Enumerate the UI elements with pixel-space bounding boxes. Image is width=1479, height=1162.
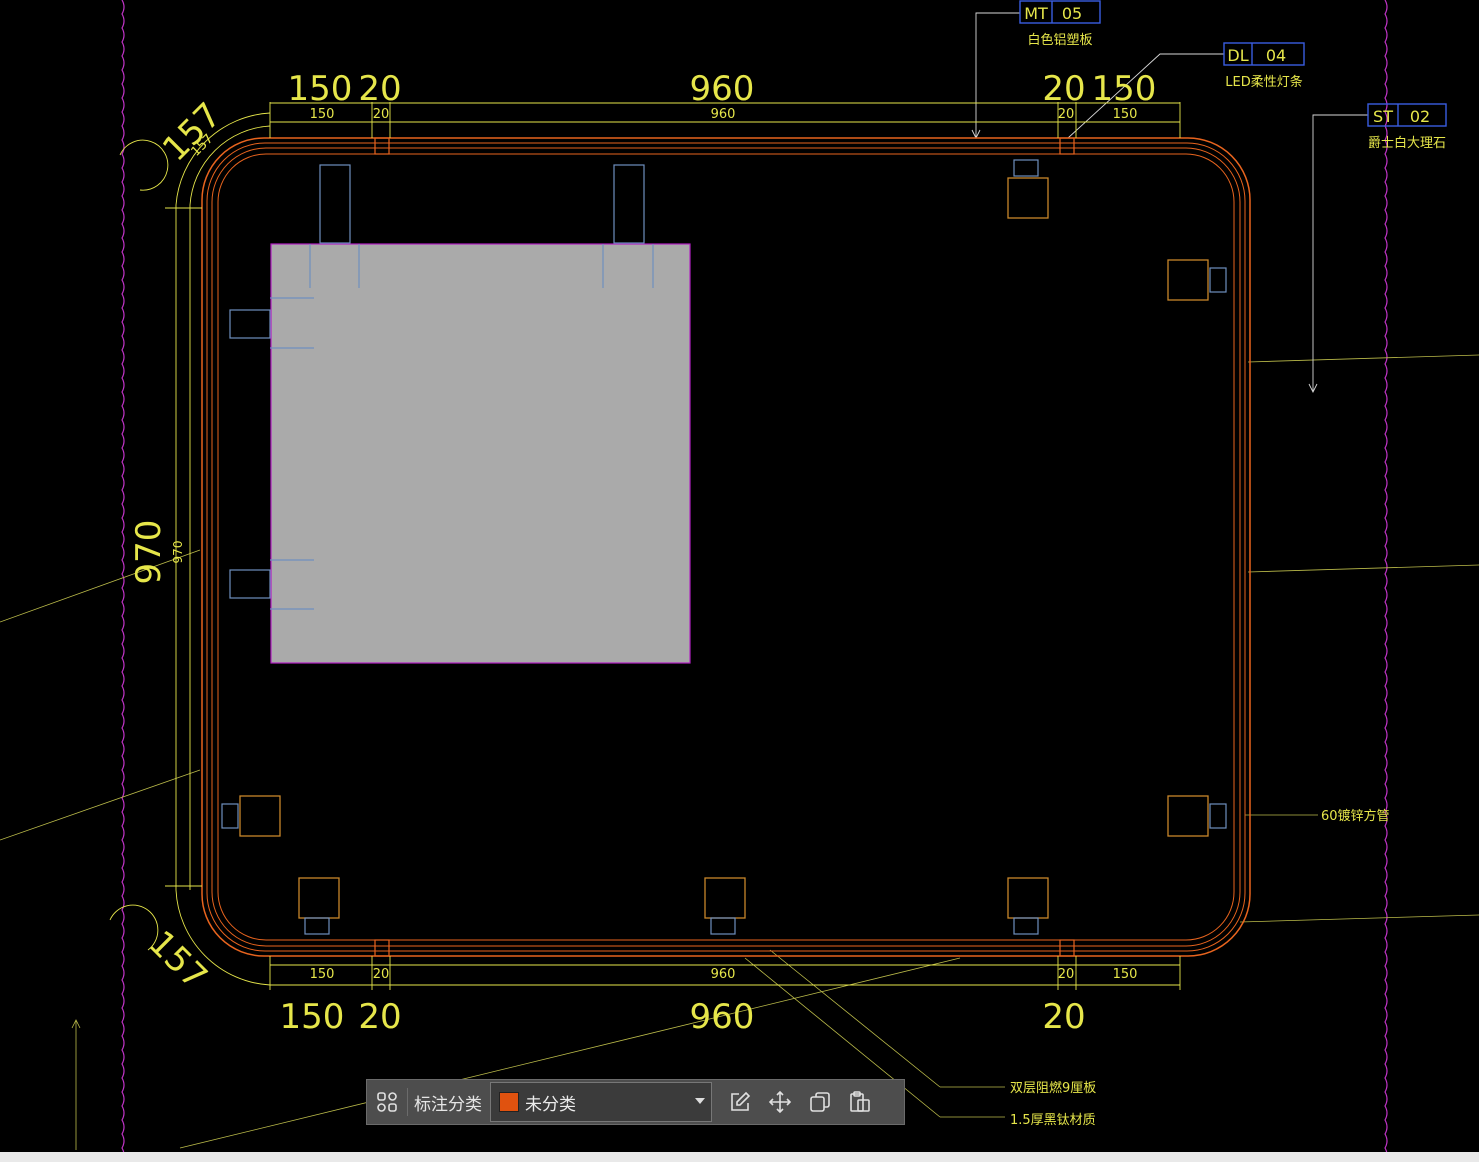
grid-icon[interactable] <box>367 1080 407 1124</box>
dim-top-small-960: 960 <box>711 107 736 122</box>
note-board[interactable]: 双层阻燃9厘板 <box>1010 1080 1096 1096</box>
tag-st-num: 02 <box>1410 107 1430 126</box>
material-tag-st02[interactable]: ST 02 爵士白大理石 <box>1367 103 1447 151</box>
tag-mt-code: MT <box>1024 4 1048 23</box>
left-boundary-line <box>121 0 125 1162</box>
tag-dl-num: 04 <box>1266 46 1286 65</box>
dim-top-20-left: 20 <box>358 69 401 109</box>
cad-drawing-canvas[interactable]: 150 20 960 20 150 150 20 960 20 150 150 … <box>0 0 1479 1162</box>
dim-bottom-20-left: 20 <box>358 997 401 1037</box>
tag-mt-desc: 白色铝塑板 <box>1027 32 1092 48</box>
dim-bottom-small-150-left: 150 <box>310 967 335 982</box>
dim-top-small-20-left: 20 <box>373 107 390 122</box>
dim-radius-bottom-large: 157 <box>141 923 215 997</box>
dim-height-large: 970 <box>129 520 169 585</box>
dim-top-960: 960 <box>690 69 755 109</box>
dim-bottom-20-right: 20 <box>1042 997 1085 1037</box>
tag-dl-code: DL <box>1227 46 1248 65</box>
tag-leaders <box>971 12 1368 394</box>
dim-top-20-right: 20 <box>1042 69 1085 109</box>
status-bar <box>0 1152 1479 1162</box>
chevron-down-icon <box>695 1098 705 1104</box>
dim-top-150-right: 150 <box>1092 69 1157 109</box>
tag-st-desc: 爵士白大理石 <box>1368 135 1446 151</box>
category-color-swatch <box>499 1092 519 1112</box>
tag-dl-desc: LED柔性灯条 <box>1225 74 1302 90</box>
dim-top-small-150-right: 150 <box>1113 107 1138 122</box>
dim-bottom-150: 150 <box>280 997 345 1037</box>
edit-icon[interactable] <box>720 1080 760 1124</box>
copy-icon[interactable] <box>800 1080 840 1124</box>
dim-height-small: 970 <box>171 541 185 564</box>
material-tag-mt05[interactable]: MT 05 白色铝塑板 <box>1019 0 1101 48</box>
dim-bottom-small-20-left: 20 <box>373 967 390 982</box>
dim-top-small-150-left: 150 <box>310 107 335 122</box>
tag-st-code: ST <box>1373 107 1393 126</box>
dim-bottom-960: 960 <box>690 997 755 1037</box>
material-tag-dl04[interactable]: DL 04 LED柔性灯条 <box>1223 42 1305 90</box>
dim-bottom-small-150-right: 150 <box>1113 967 1138 982</box>
category-label: 标注分类 <box>414 1094 482 1115</box>
paste-icon[interactable] <box>840 1080 880 1124</box>
note-steel[interactable]: 1.5厚黑钛材质 <box>1010 1113 1096 1128</box>
dim-bottom-small-20-right: 20 <box>1058 967 1075 982</box>
category-dropdown[interactable]: 未分类 <box>490 1082 712 1122</box>
annotation-toolbar: 标注分类 未分类 <box>366 1079 905 1125</box>
dim-top-small-20-right: 20 <box>1058 107 1075 122</box>
note-pipe[interactable]: 60镀锌方管 <box>1321 808 1390 824</box>
selection-highlight[interactable] <box>270 243 691 664</box>
move-icon[interactable] <box>760 1080 800 1124</box>
right-boundary-line <box>1384 0 1388 1162</box>
dim-bottom-small-960: 960 <box>711 967 736 982</box>
category-selected-value: 未分类 <box>525 1094 576 1115</box>
tag-mt-num: 05 <box>1062 4 1082 23</box>
dim-top-150-left: 150 <box>288 69 353 109</box>
